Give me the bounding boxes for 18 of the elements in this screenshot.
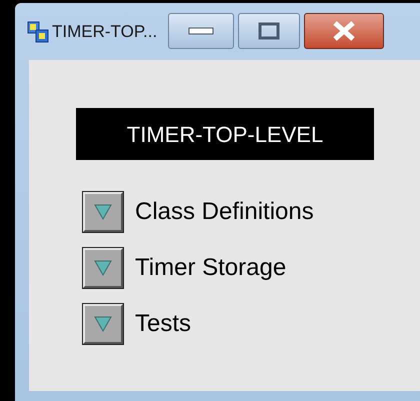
- section-label: Tests: [135, 309, 192, 339]
- triangle-down-icon: [94, 315, 112, 333]
- triangle-down-icon: [94, 259, 112, 277]
- window-title: TIMER-TOP...: [52, 20, 158, 43]
- minimize-button[interactable]: [168, 12, 234, 48]
- section-label: Timer Storage: [135, 253, 286, 283]
- expand-toggle[interactable]: [83, 304, 123, 344]
- expand-toggle[interactable]: [83, 192, 123, 232]
- close-icon: [332, 20, 356, 40]
- close-button[interactable]: [304, 12, 384, 48]
- minimize-icon: [188, 26, 214, 34]
- maximize-icon: [258, 22, 280, 40]
- app-icon: [27, 20, 49, 42]
- expand-toggle[interactable]: [83, 248, 123, 288]
- maximize-button[interactable]: [238, 12, 300, 48]
- triangle-down-icon: [94, 203, 112, 221]
- section-label: Class Definitions: [135, 197, 314, 227]
- heading-label: TIMER-TOP-LEVEL: [76, 108, 374, 160]
